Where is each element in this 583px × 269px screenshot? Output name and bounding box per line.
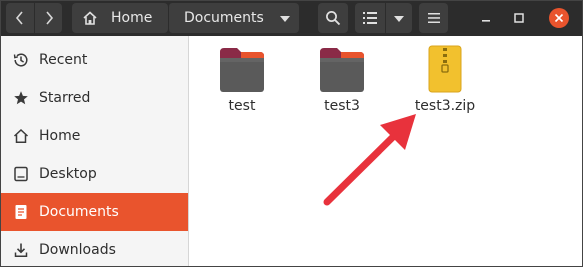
annotation-arrow — [323, 114, 416, 206]
